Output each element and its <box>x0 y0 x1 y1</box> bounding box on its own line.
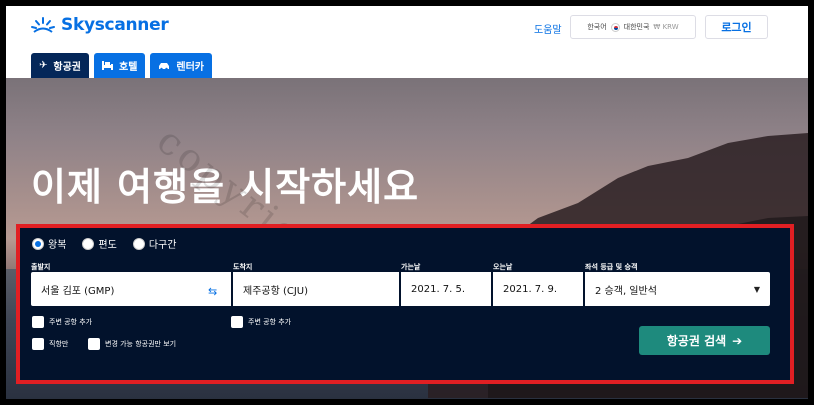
cabin-passenger-select[interactable]: 2 승객, 일반석 ▼ <box>585 272 770 306</box>
bed-icon <box>102 61 113 70</box>
radio-label: 편도 <box>98 240 117 251</box>
plane-icon: ✈ <box>39 60 48 71</box>
tab-label: 렌터카 <box>176 62 205 73</box>
nearby-destination-checkbox[interactable]: 주변 공항 추가 <box>231 316 291 328</box>
depart-date-value: 2021. 7. 5. <box>411 283 466 295</box>
car-icon <box>159 62 170 70</box>
arrow-right-icon: ➔ <box>732 333 743 348</box>
brand-name: Skyscanner <box>61 15 169 35</box>
skyscanner-logo[interactable]: Skyscanner <box>31 15 169 35</box>
language-label: 한국어 <box>587 23 607 31</box>
tab-label: 호텔 <box>119 62 138 73</box>
hero-title: 이제 여행을 시작하세요 <box>31 165 420 209</box>
locale-selector[interactable]: 한국어 대한민국 ₩ KRW <box>570 15 696 39</box>
origin-input[interactable]: 서울 김포 (GMP) <box>31 272 231 306</box>
return-date-input[interactable]: 2021. 7. 9. <box>493 272 583 306</box>
tab-label: 항공권 <box>53 62 81 73</box>
return-date-value: 2021. 7. 9. <box>503 283 558 295</box>
hero-banner: 이제 여행을 시작하세요 copyright by bf 왕복 편도 다구간 출… <box>6 78 808 399</box>
radio-empty-icon <box>132 237 145 250</box>
depart-date-input[interactable]: 2021. 7. 5. <box>401 272 491 306</box>
checkbox-box <box>231 316 243 328</box>
swap-icon[interactable]: ⇆ <box>208 285 217 298</box>
radio-selected-icon <box>32 237 44 250</box>
checkbox-label: 직항만 <box>49 340 69 348</box>
destination-input[interactable]: 제주공항 (CJU) <box>233 272 399 306</box>
depart-label: 가는날 <box>401 263 421 271</box>
trip-type-options: 왕복 편도 다구간 <box>32 236 176 251</box>
return-label: 오는날 <box>493 263 513 271</box>
checkbox-label: 주변 공항 추가 <box>49 318 93 326</box>
to-label: 도착지 <box>233 263 253 271</box>
country-label: 대한민국 <box>623 23 650 31</box>
tab-car-rental[interactable]: 렌터카 <box>150 53 213 78</box>
korea-flag-icon <box>610 22 620 32</box>
trip-type-roundtrip[interactable]: 왕복 <box>32 236 66 251</box>
radio-label: 다구간 <box>148 240 177 251</box>
caret-down-icon: ▼ <box>753 284 760 294</box>
trip-type-oneway[interactable]: 편도 <box>82 236 117 251</box>
destination-value: 제주공항 (CJU) <box>243 285 309 297</box>
checkbox-label: 주변 공항 추가 <box>248 318 292 326</box>
product-tabs: ✈ 항공권 호텔 렌터카 <box>31 53 213 78</box>
login-button[interactable]: 로그인 <box>705 15 768 39</box>
checkbox-box <box>32 338 44 350</box>
trip-type-multicity[interactable]: 다구간 <box>132 236 177 251</box>
cabin-value: 2 승객, 일반석 <box>595 285 657 297</box>
radio-label: 왕복 <box>48 240 67 251</box>
tab-flights[interactable]: ✈ 항공권 <box>31 53 89 78</box>
site-header: Skyscanner 도움말 한국어 대한민국 ₩ KRW 로그인 ✈ 항공권 <box>6 6 808 78</box>
cabin-label: 좌석 등급 및 승객 <box>585 263 638 271</box>
checkbox-box <box>32 316 44 328</box>
flight-search-panel: 왕복 편도 다구간 출발지 도착지 가는날 오는날 좌석 등급 및 승객 서울 … <box>16 224 794 384</box>
checkbox-box <box>88 338 100 350</box>
search-flights-button[interactable]: 항공권 검색 ➔ <box>639 326 770 355</box>
checkbox-label: 변경 가능 항공권만 보기 <box>105 340 177 348</box>
radio-empty-icon <box>82 237 95 250</box>
direct-only-checkbox[interactable]: 직항만 <box>32 338 68 350</box>
currency-label: ₩ KRW <box>653 23 679 31</box>
flexible-ticket-checkbox[interactable]: 변경 가능 항공권만 보기 <box>88 338 176 350</box>
help-link[interactable]: 도움말 <box>534 21 562 36</box>
browser-frame: Skyscanner 도움말 한국어 대한민국 ₩ KRW 로그인 ✈ 항공권 <box>6 6 808 399</box>
tab-hotels[interactable]: 호텔 <box>94 53 146 78</box>
sunrise-logo-icon <box>31 17 55 33</box>
nearby-origin-checkbox[interactable]: 주변 공항 추가 <box>32 316 92 328</box>
origin-value: 서울 김포 (GMP) <box>41 285 115 297</box>
search-button-label: 항공권 검색 <box>666 334 727 348</box>
from-label: 출발지 <box>31 263 51 271</box>
